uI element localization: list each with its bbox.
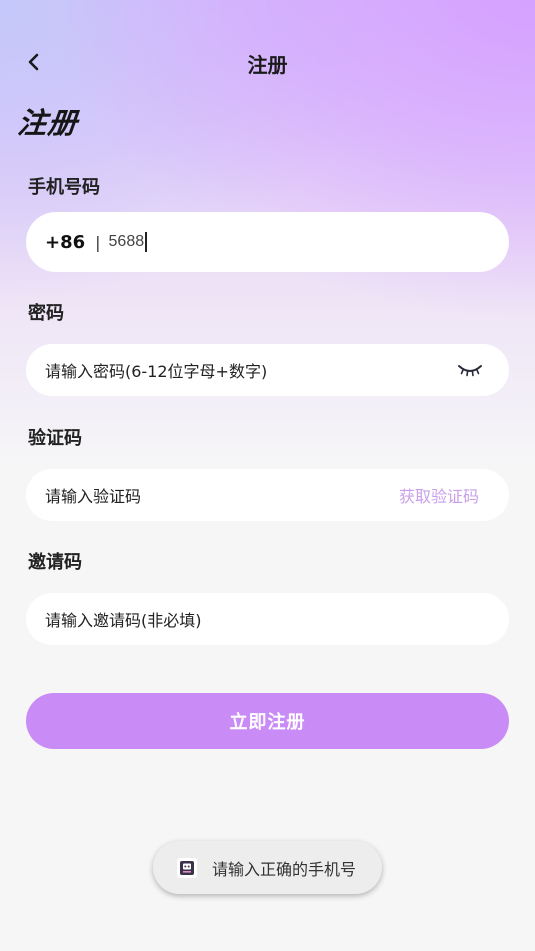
phone-input[interactable]: +86 | 5688 — [26, 212, 509, 272]
register-button[interactable]: 立即注册 — [26, 693, 509, 749]
country-code-selector[interactable]: +86 — [45, 232, 85, 253]
toast-text: 请输入正确的手机号 — [212, 859, 357, 879]
eye-closed-icon[interactable] — [457, 360, 483, 380]
invite-label: 邀请码 — [28, 552, 82, 573]
toast-message: 请输入正确的手机号 — [153, 841, 382, 894]
header-title: 注册 — [247, 53, 288, 77]
app-logo-icon — [177, 857, 197, 878]
country-code-separator: | — [95, 232, 101, 252]
phone-label: 手机号码 — [28, 177, 100, 198]
phone-input-value[interactable]: 5688 — [109, 232, 148, 252]
verification-field[interactable]: 请输入验证码 获取验证码 — [26, 469, 509, 521]
page-title: 注册 — [16, 106, 80, 140]
password-field[interactable]: 请输入密码(6-12位字母+数字) — [26, 344, 509, 396]
verification-label: 验证码 — [28, 428, 82, 449]
invite-placeholder: 请输入邀请码(非必填) — [45, 611, 202, 630]
get-code-button[interactable]: 获取验证码 — [399, 483, 479, 507]
top-bar: 注册 — [0, 40, 535, 84]
password-label: 密码 — [28, 303, 64, 324]
verification-placeholder: 请输入验证码 — [45, 487, 142, 506]
invite-field[interactable]: 请输入邀请码(非必填) — [26, 593, 509, 645]
password-placeholder: 请输入密码(6-12位字母+数字) — [45, 362, 268, 381]
